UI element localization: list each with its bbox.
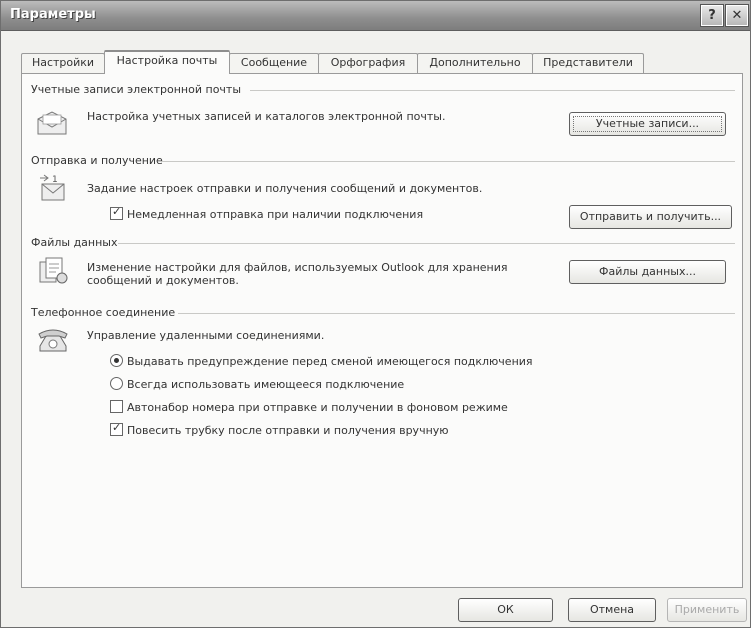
mail-accounts-icon (37, 111, 67, 135)
ok-button[interactable]: ОК (458, 598, 553, 622)
auto-dial-label: Автонабор номера при отправке и получени… (127, 401, 508, 414)
mail-setup-panel: Учетные записи электронной почты Настрой… (21, 73, 743, 588)
dialup-group-divider (178, 313, 735, 314)
accounts-group-title: Учетные записи электронной почты (31, 83, 242, 96)
data-files-group-divider (118, 243, 735, 244)
always-use-existing-radio[interactable] (110, 377, 123, 390)
immediate-send-option[interactable]: Немедленная отправка при наличии подключ… (110, 205, 424, 221)
accounts-group-divider (250, 90, 735, 91)
hang-up-checkbox[interactable] (110, 421, 123, 436)
warn-before-switch-option[interactable]: Выдавать предупреждение перед сменой име… (110, 354, 533, 368)
title-bar[interactable]: Параметры ? ✕ (1, 1, 750, 31)
email-accounts-button[interactable]: Учетные записи... (569, 112, 726, 136)
warn-before-switch-label: Выдавать предупреждение перед сменой име… (127, 355, 533, 368)
cancel-button[interactable]: Отмена (568, 598, 656, 622)
immediate-send-checkbox[interactable] (110, 205, 123, 220)
options-dialog: Параметры ? ✕ Настройки Настройка почты … (0, 0, 751, 628)
data-files-button[interactable]: Файлы данных... (569, 260, 726, 284)
data-files-group-title: Файлы данных (31, 236, 118, 249)
tab-delegates[interactable]: Представители (532, 53, 644, 73)
send-receive-group-divider (160, 161, 735, 162)
warn-before-switch-radio[interactable] (110, 354, 123, 367)
hang-up-label: Повесить трубку после отправки и получен… (127, 424, 449, 437)
send-receive-description: Задание настроек отправки и получения со… (87, 182, 483, 195)
always-use-existing-option[interactable]: Всегда использовать имеющееся подключени… (110, 377, 404, 391)
accounts-description: Настройка учетных записей и каталогов эл… (87, 110, 446, 123)
dialup-description: Управление удаленными соединениями. (87, 329, 325, 342)
send-receive-group-title: Отправка и получение (31, 154, 163, 167)
auto-dial-option[interactable]: Автонабор номера при отправке и получени… (110, 400, 508, 414)
close-button[interactable]: ✕ (725, 4, 749, 27)
dialup-group-title: Телефонное соединение (31, 306, 176, 319)
data-files-description-line1: Изменение настройки для файлов, использу… (87, 261, 508, 274)
hang-up-option[interactable]: Повесить трубку после отправки и получен… (110, 421, 449, 437)
immediate-send-label: Немедленная отправка при наличии подключ… (127, 208, 424, 221)
tab-spelling[interactable]: Орфография (318, 53, 418, 73)
always-use-existing-label: Всегда использовать имеющееся подключени… (127, 378, 405, 391)
tab-mail-setup[interactable]: Настройка почты (104, 50, 230, 74)
send-receive-icon: 1 (40, 174, 65, 201)
window-title: Параметры (10, 7, 96, 22)
data-files-description-line2: сообщений и документов. (87, 274, 239, 287)
apply-button[interactable]: Применить (667, 598, 747, 622)
tab-settings[interactable]: Настройки (21, 53, 105, 73)
tab-advanced[interactable]: Дополнительно (417, 53, 533, 73)
telephone-icon (38, 329, 68, 352)
send-receive-button[interactable]: Отправить и получить... (569, 205, 732, 229)
help-button[interactable]: ? (700, 4, 724, 27)
auto-dial-checkbox[interactable] (110, 400, 123, 413)
data-files-icon (39, 257, 68, 284)
svg-text:1: 1 (52, 175, 58, 185)
tab-message[interactable]: Сообщение (229, 53, 319, 73)
